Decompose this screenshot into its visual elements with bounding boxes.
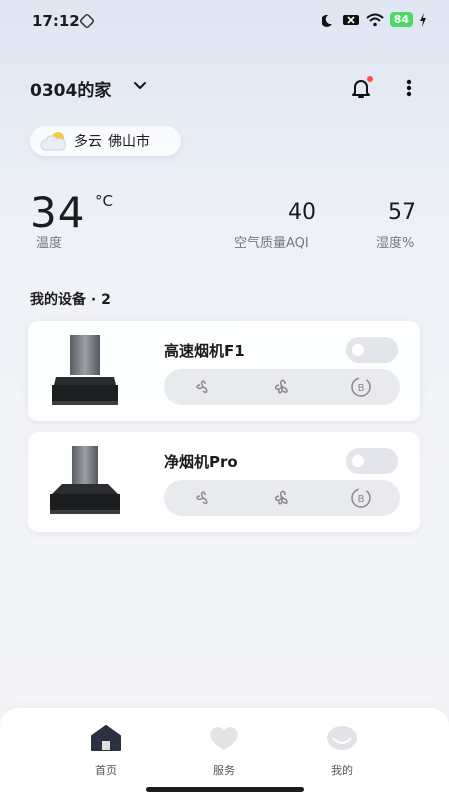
humidity-value: 57 — [388, 200, 416, 225]
no-sim-icon — [342, 14, 359, 25]
aqi-label: 空气质量AQI — [234, 236, 309, 251]
temperature-label: 温度 — [36, 236, 63, 251]
devices-title: 我的设备 · 2 — [30, 292, 111, 308]
profile-icon — [327, 726, 357, 750]
moon-icon — [321, 14, 332, 27]
power-toggle[interactable] — [346, 337, 398, 363]
home-indicator — [146, 787, 304, 792]
power-toggle[interactable] — [346, 448, 398, 474]
weather-pill[interactable]: 多云 佛山市 — [30, 126, 181, 156]
svg-text:B: B — [357, 383, 364, 394]
home-header: 0304的家 — [30, 76, 419, 101]
fan-high-icon[interactable] — [270, 486, 294, 510]
temperature-unit: °C — [95, 192, 113, 210]
fan-low-icon[interactable] — [191, 375, 215, 399]
fan-high-icon[interactable] — [270, 375, 294, 399]
cloudy-icon — [40, 132, 67, 151]
device-card[interactable]: 净烟机Pro B — [28, 432, 420, 532]
chevron-down-icon[interactable] — [132, 78, 148, 94]
charging-icon — [420, 12, 426, 27]
heart-icon — [210, 727, 238, 750]
aqi-value: 40 — [288, 200, 316, 225]
humidity-label: 湿度% — [376, 236, 415, 251]
range-hood-image — [52, 335, 118, 405]
temperature-value: 34 — [30, 188, 86, 237]
device-card[interactable]: 高速烟机F1 B — [28, 321, 420, 421]
tab-mine[interactable]: 我的 — [312, 724, 372, 778]
status-bar: 17:12 84 — [0, 0, 449, 40]
svg-text:B: B — [357, 494, 364, 505]
range-hood-image — [50, 446, 120, 514]
boost-icon[interactable]: B — [349, 375, 373, 399]
tab-service[interactable]: 服务 — [194, 724, 254, 778]
device-name: 高速烟机F1 — [164, 342, 245, 360]
mode-bar: B — [164, 480, 400, 516]
weather-city: 佛山市 — [108, 134, 150, 150]
weather-condition: 多云 — [74, 134, 102, 150]
boost-icon[interactable]: B — [349, 486, 373, 510]
status-time: 17:12 — [32, 12, 80, 30]
wifi-icon — [366, 13, 384, 26]
tab-label: 我的 — [331, 764, 353, 777]
sim-icon — [80, 14, 94, 28]
notification-badge — [367, 76, 373, 82]
battery-level: 84 — [389, 12, 413, 27]
mode-bar: B — [164, 369, 400, 405]
tab-home[interactable]: 首页 — [76, 724, 136, 778]
home-icon — [91, 725, 121, 751]
status-icons: 84 — [321, 12, 427, 27]
tab-label: 服务 — [213, 764, 235, 777]
tab-label: 首页 — [95, 764, 117, 777]
toggle-knob — [352, 455, 364, 467]
tab-bar: 首页 服务 我的 — [0, 708, 449, 800]
home-name[interactable]: 0304的家 — [30, 76, 111, 101]
fan-low-icon[interactable] — [191, 486, 215, 510]
device-name: 净烟机Pro — [164, 453, 238, 471]
more-vertical-icon[interactable] — [399, 76, 419, 100]
toggle-knob — [352, 344, 364, 356]
